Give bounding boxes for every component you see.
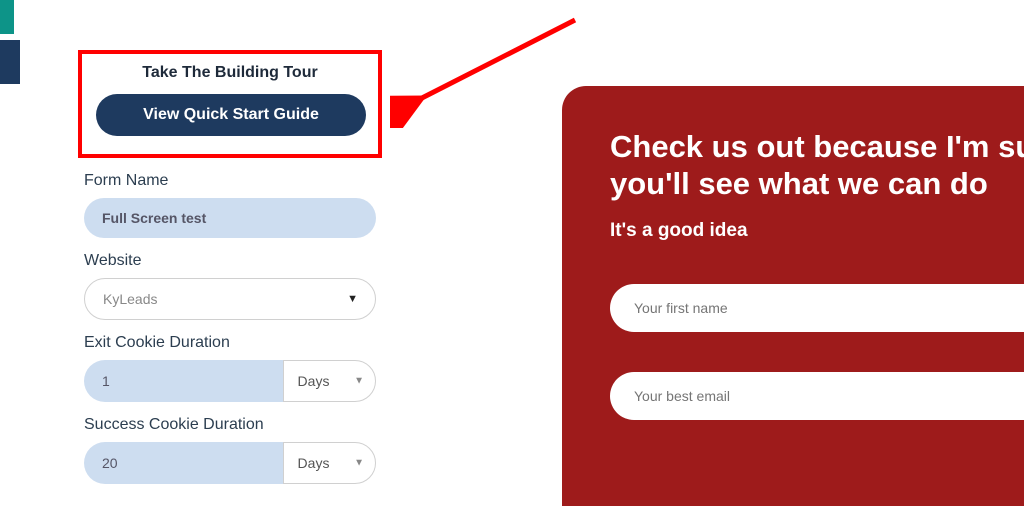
- preview-firstname-input[interactable]: [610, 284, 1024, 332]
- settings-panel: Take The Building Tour View Quick Start …: [78, 50, 382, 484]
- preview-heading: Check us out because I'm sure you'll see…: [610, 128, 1024, 202]
- success-cookie-input[interactable]: [84, 442, 283, 484]
- form-name-label: Form Name: [84, 172, 376, 190]
- website-select[interactable]: [84, 278, 376, 320]
- form-name-input[interactable]: [84, 198, 376, 238]
- view-quick-start-button[interactable]: View Quick Start Guide: [96, 94, 366, 136]
- form-preview-card: Check us out because I'm sure you'll see…: [562, 86, 1024, 506]
- exit-cookie-label: Exit Cookie Duration: [84, 334, 376, 352]
- tour-callout-box: Take The Building Tour View Quick Start …: [78, 50, 382, 158]
- form-name-group: Form Name: [78, 172, 382, 238]
- exit-cookie-input[interactable]: [84, 360, 283, 402]
- preview-email-input[interactable]: [610, 372, 1024, 420]
- website-label: Website: [84, 252, 376, 270]
- success-cookie-unit-select[interactable]: [283, 442, 376, 484]
- preview-subheading: It's a good idea: [610, 220, 1024, 242]
- edge-strip-blue: [0, 40, 20, 84]
- success-cookie-label: Success Cookie Duration: [84, 416, 376, 434]
- edge-strip-teal: [0, 0, 14, 34]
- exit-cookie-unit-select[interactable]: [283, 360, 376, 402]
- tour-title: Take The Building Tour: [96, 64, 364, 82]
- exit-cookie-group: Exit Cookie Duration ▼: [78, 334, 382, 402]
- success-cookie-group: Success Cookie Duration ▼: [78, 416, 382, 484]
- website-group: Website ▼: [78, 252, 382, 320]
- annotation-arrow-icon: [390, 8, 590, 128]
